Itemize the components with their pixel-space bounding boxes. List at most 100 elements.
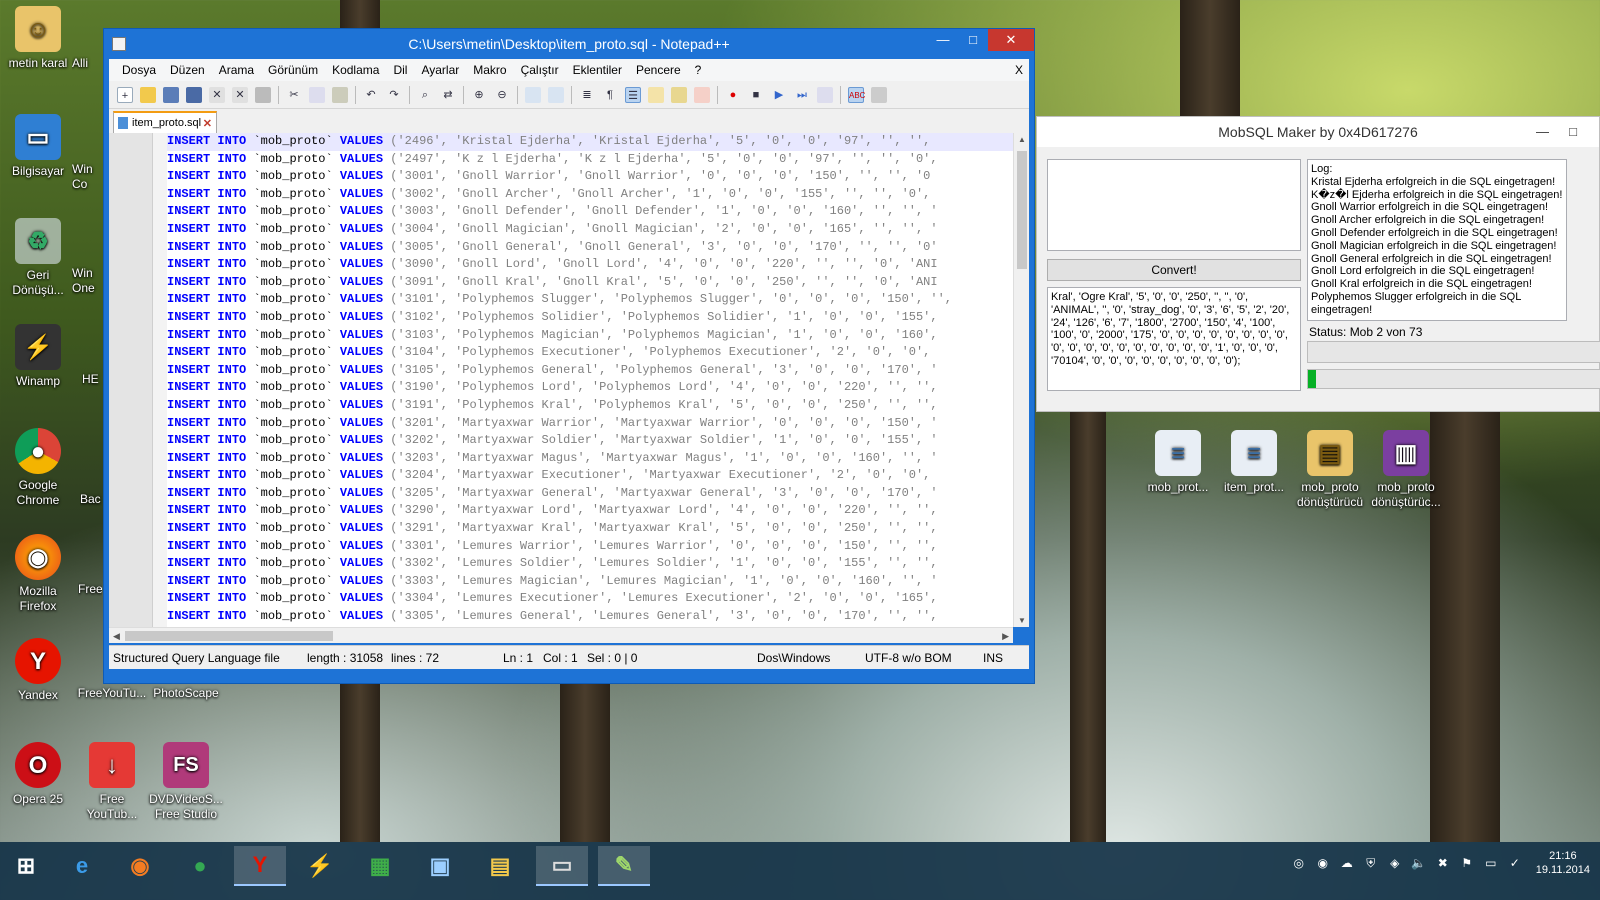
desktop-icon-recycle-bin[interactable]: ♻ Geri Dönüşü... bbox=[0, 218, 76, 298]
menu-gorunum[interactable]: Görünüm bbox=[261, 63, 325, 77]
desktop-icon-winamp[interactable]: ⚡ Winamp bbox=[0, 324, 76, 389]
scroll-right-icon[interactable]: ▶ bbox=[1002, 628, 1009, 644]
close-file-icon[interactable]: ✕ bbox=[209, 86, 225, 103]
find-icon[interactable]: ⌕ bbox=[417, 87, 433, 103]
desktop-icon-partial[interactable]: Free bbox=[78, 582, 102, 597]
taskbar-clock[interactable]: 21:16 19.11.2014 bbox=[1536, 849, 1590, 877]
save-icon[interactable] bbox=[163, 86, 179, 103]
horizontal-scroll-thumb[interactable] bbox=[125, 631, 333, 641]
tray-flag-icon[interactable]: ⚑ bbox=[1458, 856, 1476, 870]
code-line[interactable]: 9INSERT INTO `mob_proto` VALUES ('3091',… bbox=[167, 274, 1013, 292]
code-line[interactable]: 2INSERT INTO `mob_proto` VALUES ('2497',… bbox=[167, 151, 1013, 169]
tray-circle-icon[interactable]: ◎ bbox=[1290, 856, 1308, 870]
mob-output-textbox[interactable]: Kral', 'Ogre Kral', '5', '0', '0', '250'… bbox=[1047, 287, 1301, 391]
vertical-scrollbar[interactable]: ▲ ▼ bbox=[1013, 133, 1029, 627]
copy-icon[interactable] bbox=[309, 86, 325, 103]
taskbar-firefox-icon[interactable]: ◉ bbox=[114, 846, 166, 886]
code-line[interactable]: 24INSERT INTO `mob_proto` VALUES ('3301'… bbox=[167, 538, 1013, 556]
code-line[interactable]: 20INSERT INTO `mob_proto` VALUES ('3204'… bbox=[167, 467, 1013, 485]
code-line[interactable]: 27INSERT INTO `mob_proto` VALUES ('3304'… bbox=[167, 590, 1013, 608]
tray-firefox-icon[interactable]: ◉ bbox=[1314, 856, 1332, 870]
udl-icon[interactable] bbox=[648, 86, 664, 103]
print-icon[interactable] bbox=[255, 86, 271, 103]
close-all-icon[interactable]: ✕ bbox=[232, 86, 248, 103]
desktop-icon-dvdvideosoft[interactable]: FS DVDVideoS... Free Studio bbox=[148, 742, 224, 822]
vertical-scroll-thumb[interactable] bbox=[1017, 151, 1027, 269]
taskbar-store-icon[interactable]: ▦ bbox=[354, 846, 406, 886]
menu-duzen[interactable]: Düzen bbox=[163, 63, 212, 77]
save-all-icon[interactable] bbox=[186, 86, 202, 103]
desktop-icon-chrome[interactable]: ● Google Chrome bbox=[0, 428, 76, 508]
code-line[interactable]: 12INSERT INTO `mob_proto` VALUES ('3103'… bbox=[167, 327, 1013, 345]
tray-network-icon[interactable]: ▭ bbox=[1482, 856, 1500, 870]
maximize-button[interactable]: □ bbox=[1569, 117, 1577, 147]
replace-icon[interactable]: ⇄ bbox=[440, 87, 456, 103]
taskbar-yandex-icon[interactable]: Y bbox=[234, 846, 286, 886]
tab-close-icon[interactable]: ✕ bbox=[203, 117, 212, 130]
taskbar-chrome-icon[interactable]: ● bbox=[174, 846, 226, 886]
function-list-icon[interactable] bbox=[694, 86, 710, 103]
code-line[interactable]: 3INSERT INTO `mob_proto` VALUES ('3001',… bbox=[167, 168, 1013, 186]
tray-antivirus-icon[interactable]: ◈ bbox=[1386, 856, 1404, 870]
log-listbox[interactable]: Log: Kristal Ejderha erfolgreich in die … bbox=[1307, 159, 1567, 321]
minimize-button[interactable]: — bbox=[928, 29, 958, 51]
document-close-button[interactable]: X bbox=[1008, 63, 1029, 77]
show-all-characters-icon[interactable]: ¶ bbox=[602, 87, 618, 103]
menu-calistir[interactable]: Çalıştır bbox=[514, 63, 566, 77]
maximize-button[interactable]: □ bbox=[958, 29, 988, 51]
code-line[interactable]: 14INSERT INTO `mob_proto` VALUES ('3105'… bbox=[167, 362, 1013, 380]
indent-guide-icon[interactable]: ☰ bbox=[625, 86, 641, 103]
notepadpp-window[interactable]: C:\Users\metin\Desktop\item_proto.sql - … bbox=[103, 28, 1035, 684]
horizontal-scrollbar[interactable]: ◀ ▶ bbox=[109, 627, 1013, 643]
desktop-icon-photoscape[interactable]: PhotoScape bbox=[148, 686, 224, 701]
code-line[interactable]: 26INSERT INTO `mob_proto` VALUES ('3303'… bbox=[167, 573, 1013, 591]
code-line[interactable]: 17INSERT INTO `mob_proto` VALUES ('3201'… bbox=[167, 415, 1013, 433]
code-line[interactable]: 11INSERT INTO `mob_proto` VALUES ('3102'… bbox=[167, 309, 1013, 327]
desktop-icon-opera[interactable]: O Opera 25 bbox=[0, 742, 76, 807]
menu-eklentiler[interactable]: Eklentiler bbox=[566, 63, 629, 77]
code-line[interactable]: 8INSERT INTO `mob_proto` VALUES ('3090',… bbox=[167, 256, 1013, 274]
paste-icon[interactable] bbox=[332, 86, 348, 103]
desktop-icon-computer[interactable]: ▭ Bilgisayar bbox=[0, 114, 76, 179]
taskbar-internet-explorer-icon[interactable]: e bbox=[56, 846, 108, 886]
code-line[interactable]: 4INSERT INTO `mob_proto` VALUES ('3002',… bbox=[167, 186, 1013, 204]
desktop-icon-mob-proto-archive[interactable]: ▥ mob_proto dönüştürüc... bbox=[1368, 430, 1444, 510]
scroll-up-icon[interactable]: ▲ bbox=[1014, 135, 1029, 144]
desktop-icon-partial[interactable]: Win Co bbox=[72, 162, 102, 192]
desktop-icon-mob-proto-folder[interactable]: ▤ mob_proto dönüştürücü bbox=[1292, 430, 1368, 510]
new-file-icon[interactable]: + bbox=[117, 86, 133, 103]
mobsql-maker-window[interactable]: MobSQL Maker by 0x4D617276 — □ Convert! … bbox=[1036, 116, 1600, 412]
spell-check-icon[interactable]: ABC bbox=[848, 86, 865, 103]
stop-macro-icon[interactable]: ■ bbox=[748, 87, 764, 103]
code-line[interactable]: 1INSERT INTO `mob_proto` VALUES ('2496',… bbox=[167, 133, 1013, 151]
desktop-icon-user[interactable]: ☺ metin karal bbox=[0, 6, 76, 71]
code-line[interactable]: 10INSERT INTO `mob_proto` VALUES ('3101'… bbox=[167, 291, 1013, 309]
play-macro-icon[interactable]: ▶ bbox=[771, 87, 787, 103]
menu-dosya[interactable]: Dosya bbox=[115, 63, 163, 77]
code-line[interactable]: 13INSERT INTO `mob_proto` VALUES ('3104'… bbox=[167, 344, 1013, 362]
sync-vertical-icon[interactable] bbox=[525, 86, 541, 103]
desktop-icon-item-proto-sql[interactable]: ≡ item_prot... bbox=[1216, 430, 1292, 495]
tray-shield-icon[interactable]: ⛨ bbox=[1362, 856, 1380, 871]
tray-language-icon[interactable]: ✓ bbox=[1506, 856, 1524, 870]
start-button[interactable]: ⊞ bbox=[0, 846, 52, 886]
undo-icon[interactable]: ↶ bbox=[363, 87, 379, 103]
tray-cloud-icon[interactable]: ☁ bbox=[1338, 856, 1356, 870]
menu-arama[interactable]: Arama bbox=[212, 63, 261, 77]
scroll-down-icon[interactable]: ▼ bbox=[1014, 616, 1029, 625]
zoom-out-icon[interactable]: ⊖ bbox=[494, 87, 510, 103]
code-line[interactable]: 23INSERT INTO `mob_proto` VALUES ('3291'… bbox=[167, 520, 1013, 538]
code-line[interactable]: 21INSERT INTO `mob_proto` VALUES ('3205'… bbox=[167, 485, 1013, 503]
taskbar-mobsql-maker-icon[interactable]: ▭ bbox=[536, 846, 588, 886]
sync-horizontal-icon[interactable] bbox=[548, 86, 564, 103]
menu-ayarlar[interactable]: Ayarlar bbox=[414, 63, 466, 77]
menu-makro[interactable]: Makro bbox=[466, 63, 513, 77]
desktop-icon-partial[interactable]: Alli bbox=[72, 56, 102, 71]
desktop-icon-free-youtube[interactable]: ↓ Free YouTub... bbox=[74, 742, 150, 822]
menu-kodlama[interactable]: Kodlama bbox=[325, 63, 386, 77]
taskbar-winamp-icon[interactable]: ⚡ bbox=[294, 846, 346, 886]
code-line[interactable]: 18INSERT INTO `mob_proto` VALUES ('3202'… bbox=[167, 432, 1013, 450]
run-macro-multiple-icon[interactable]: ⏭ bbox=[794, 87, 810, 103]
zoom-in-icon[interactable]: ⊕ bbox=[471, 87, 487, 103]
code-line[interactable]: 22INSERT INTO `mob_proto` VALUES ('3290'… bbox=[167, 502, 1013, 520]
